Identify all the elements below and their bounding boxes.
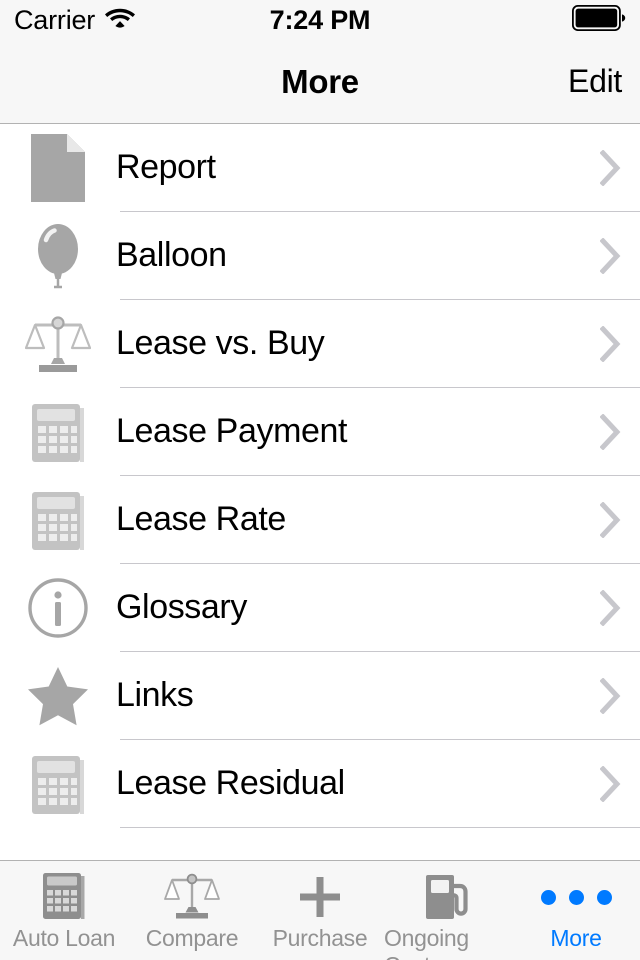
list-item-label: Report [116, 148, 216, 186]
dot [540, 889, 556, 905]
calculator-icon [0, 740, 116, 828]
dot [596, 889, 612, 905]
dot [568, 889, 584, 905]
plus-icon [296, 871, 344, 923]
list-item-label: Lease Payment [116, 412, 348, 450]
chevron-right-icon [582, 678, 640, 714]
list-item-balloon[interactable]: Balloon [0, 212, 640, 300]
ellipsis-icon [540, 871, 612, 923]
info-circle-icon [0, 564, 116, 652]
list-item-label: Links [116, 676, 194, 714]
page-title: More [281, 62, 359, 100]
tab-bar: Auto Loan Compare Purchase Ongoing More [0, 860, 640, 960]
scale-icon [0, 300, 116, 388]
list-item-label: Balloon [116, 236, 227, 274]
chevron-right-icon [582, 766, 640, 802]
tab-label: Auto Loan [12, 925, 116, 951]
calculator-icon [0, 476, 116, 564]
more-list: Report Balloon Lease vs. Buy Lease Payme… [0, 124, 640, 860]
tab-label: Ongoing Cost [384, 925, 469, 960]
tab-label: Purchase [272, 925, 368, 951]
list-item-links[interactable]: Links [0, 652, 640, 740]
chevron-right-icon [582, 590, 640, 626]
chevron-right-icon [582, 502, 640, 538]
tab-label: More [550, 925, 602, 951]
list-item-label: Lease Rate [116, 500, 286, 538]
document-icon [0, 124, 116, 212]
list-item-glossary[interactable]: Glossary [0, 564, 640, 652]
chevron-right-icon [582, 326, 640, 362]
list-item-lease-payment[interactable]: Lease Payment [0, 388, 640, 476]
app-screen: Carrier 7:24 PM More Edit Report Balloon… [0, 0, 640, 960]
gas-pump-icon [422, 871, 474, 923]
tab-label: Compare [145, 925, 239, 951]
chevron-right-icon [582, 238, 640, 274]
list-item-lease-vs-buy[interactable]: Lease vs. Buy [0, 300, 640, 388]
list-item-report[interactable]: Report [0, 124, 640, 212]
list-item-lease-rate[interactable]: Lease Rate [0, 476, 640, 564]
tab-auto-loan[interactable]: Auto Loan [0, 861, 128, 960]
edit-button[interactable]: Edit [568, 63, 640, 100]
list-item-lease-residual[interactable]: Lease Residual [0, 740, 640, 828]
tab-more[interactable]: More [512, 861, 640, 960]
tab-compare[interactable]: Compare [128, 861, 256, 960]
list-item-label: Glossary [116, 588, 247, 626]
chevron-right-icon [582, 414, 640, 450]
navigation-bar: More Edit [0, 40, 640, 124]
tab-ongoing-cost[interactable]: Ongoing Cost [384, 861, 512, 960]
status-bar-time: 7:24 PM [269, 4, 371, 35]
status-bar: Carrier 7:24 PM [0, 0, 640, 40]
scale-icon [164, 871, 220, 923]
balloon-icon [0, 212, 116, 300]
calculator-icon [0, 388, 116, 476]
chevron-right-icon [582, 150, 640, 186]
tab-purchase[interactable]: Purchase [256, 861, 384, 960]
list-item-label: Lease vs. Buy [116, 324, 325, 362]
calculator-icon [41, 871, 87, 923]
star-icon [0, 652, 116, 740]
list-item-label: Lease Residual [116, 764, 345, 802]
